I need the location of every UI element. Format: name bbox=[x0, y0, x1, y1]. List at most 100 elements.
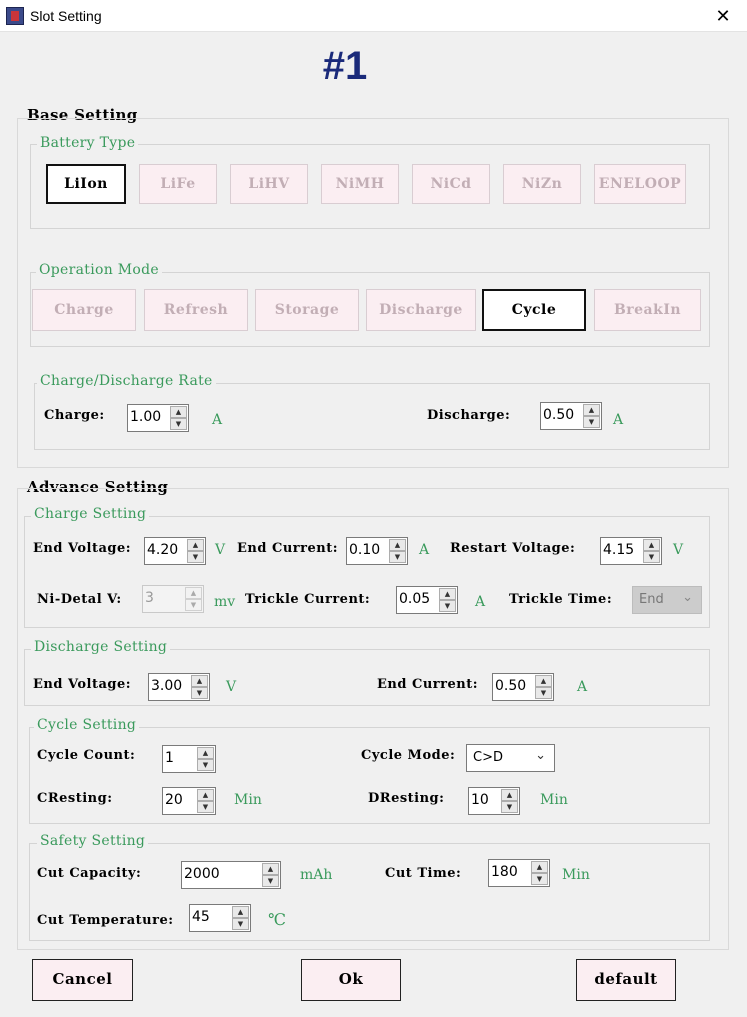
spinner-up-icon[interactable]: ▲ bbox=[191, 675, 208, 687]
discharge-rate-value: 0.50 bbox=[543, 407, 575, 423]
cut-capacity-label: Cut Capacity: bbox=[37, 866, 142, 881]
spinner-down-icon[interactable]: ▼ bbox=[531, 873, 548, 885]
trickle-current-label: Trickle Current: bbox=[245, 592, 371, 607]
spinner-down-icon[interactable]: ▼ bbox=[583, 416, 600, 428]
spinner-down-icon[interactable]: ▼ bbox=[439, 600, 456, 612]
restart-voltage-unit: V bbox=[673, 542, 684, 558]
close-icon[interactable]: ✕ bbox=[704, 0, 742, 32]
discharge-end-current-value: 0.50 bbox=[495, 678, 527, 694]
discharge-rate-spinner[interactable]: 0.50 ▲ ▼ bbox=[540, 402, 602, 430]
spinner-up-icon[interactable]: ▲ bbox=[439, 588, 456, 600]
spinner-up-icon[interactable]: ▲ bbox=[389, 539, 406, 551]
cut-temperature-spinner[interactable]: 45 ▲ ▼ bbox=[189, 904, 251, 932]
spinner-down-icon[interactable]: ▼ bbox=[643, 551, 660, 563]
spinner-up-icon[interactable]: ▲ bbox=[187, 539, 204, 551]
spinner-up-icon[interactable]: ▲ bbox=[185, 587, 202, 599]
slot-number-title: #1 bbox=[322, 44, 368, 88]
ni-detal-value: 3 bbox=[145, 590, 154, 606]
discharge-end-current-unit: A bbox=[577, 679, 588, 695]
spinner-down-icon[interactable]: ▼ bbox=[170, 418, 187, 430]
mode-charge-button[interactable]: Charge bbox=[32, 289, 136, 331]
charge-end-current-spinner[interactable]: 0.10 ▲ ▼ bbox=[346, 537, 408, 565]
dresting-unit: Min bbox=[540, 792, 568, 808]
mode-discharge-button[interactable]: Discharge bbox=[366, 289, 476, 331]
spinner-up-icon[interactable]: ▲ bbox=[262, 863, 279, 875]
charge-rate-value: 1.00 bbox=[130, 409, 162, 425]
spinner-down-icon[interactable]: ▼ bbox=[262, 875, 279, 887]
charge-end-voltage-spinner[interactable]: 4.20 ▲ ▼ bbox=[144, 537, 206, 565]
trickle-current-value: 0.05 bbox=[399, 591, 431, 607]
chevron-down-icon: ⌄ bbox=[535, 748, 546, 763]
mode-breakin-button[interactable]: BreakIn bbox=[594, 289, 701, 331]
discharge-end-current-spinner[interactable]: 0.50 ▲ ▼ bbox=[492, 673, 554, 701]
spinner-up-icon[interactable]: ▲ bbox=[197, 747, 214, 759]
dresting-value: 10 bbox=[471, 792, 489, 808]
mode-cycle-button[interactable]: Cycle bbox=[482, 289, 586, 331]
charge-rate-spinner[interactable]: 1.00 ▲ ▼ bbox=[127, 404, 189, 432]
cut-time-spinner[interactable]: 180 ▲ ▼ bbox=[488, 859, 550, 887]
battery-type-legend: Battery Type bbox=[37, 135, 139, 151]
charge-setting-group bbox=[24, 516, 710, 628]
charge-end-voltage-unit: V bbox=[215, 542, 226, 558]
spinner-down-icon[interactable]: ▼ bbox=[389, 551, 406, 563]
cut-capacity-value: 2000 bbox=[184, 866, 220, 882]
spinner-up-icon[interactable]: ▲ bbox=[583, 404, 600, 416]
discharge-end-voltage-label: End Voltage: bbox=[33, 677, 132, 692]
battery-type-eneloop-button[interactable]: ENELOOP bbox=[594, 164, 686, 204]
spinner-up-icon[interactable]: ▲ bbox=[531, 861, 548, 873]
cycle-mode-select[interactable]: C>D ⌄ bbox=[466, 744, 555, 772]
restart-voltage-label: Restart Voltage: bbox=[450, 541, 576, 556]
trickle-time-value: End bbox=[639, 592, 664, 607]
dresting-label: DResting: bbox=[368, 791, 445, 806]
spinner-up-icon[interactable]: ▲ bbox=[170, 406, 187, 418]
spinner-up-icon[interactable]: ▲ bbox=[643, 539, 660, 551]
discharge-rate-unit: A bbox=[613, 412, 624, 428]
trickle-current-spinner[interactable]: 0.05 ▲ ▼ bbox=[396, 586, 458, 614]
discharge-end-voltage-spinner[interactable]: 3.00 ▲ ▼ bbox=[148, 673, 210, 701]
spinner-down-icon[interactable]: ▼ bbox=[187, 551, 204, 563]
cancel-button[interactable]: Cancel bbox=[32, 959, 133, 1001]
spinner-down-icon[interactable]: ▼ bbox=[232, 918, 249, 930]
cycle-setting-legend: Cycle Setting bbox=[34, 717, 140, 733]
cut-time-label: Cut Time: bbox=[385, 866, 462, 881]
cut-capacity-spinner[interactable]: 2000 ▲ ▼ bbox=[181, 861, 281, 889]
cresting-spinner[interactable]: 20 ▲ ▼ bbox=[162, 787, 216, 815]
spinner-down-icon[interactable]: ▼ bbox=[185, 599, 202, 611]
ok-button[interactable]: Ok bbox=[301, 959, 401, 1001]
spinner-up-icon[interactable]: ▲ bbox=[501, 789, 518, 801]
spinner-down-icon[interactable]: ▼ bbox=[535, 687, 552, 699]
charge-end-current-label: End Current: bbox=[237, 541, 338, 556]
spinner-down-icon[interactable]: ▼ bbox=[191, 687, 208, 699]
battery-type-life-button[interactable]: LiFe bbox=[139, 164, 217, 204]
battery-type-nimh-button[interactable]: NiMH bbox=[321, 164, 399, 204]
spinner-down-icon[interactable]: ▼ bbox=[501, 801, 518, 813]
cut-capacity-unit: mAh bbox=[300, 867, 333, 883]
cycle-count-spinner[interactable]: 1 ▲ ▼ bbox=[162, 745, 216, 773]
chevron-down-icon: ⌄ bbox=[682, 590, 693, 605]
rate-legend: Charge/Discharge Rate bbox=[37, 373, 216, 389]
spinner-up-icon[interactable]: ▲ bbox=[232, 906, 249, 918]
battery-type-nicd-button[interactable]: NiCd bbox=[412, 164, 490, 204]
default-button[interactable]: default bbox=[576, 959, 676, 1001]
mode-storage-button[interactable]: Storage bbox=[255, 289, 359, 331]
mode-refresh-button[interactable]: Refresh bbox=[144, 289, 248, 331]
restart-voltage-spinner[interactable]: 4.15 ▲ ▼ bbox=[600, 537, 662, 565]
cresting-unit: Min bbox=[234, 792, 262, 808]
cycle-setting-group bbox=[29, 727, 710, 824]
discharge-end-voltage-value: 3.00 bbox=[151, 678, 183, 694]
cycle-mode-value: C>D bbox=[473, 750, 503, 765]
cresting-value: 20 bbox=[165, 792, 183, 808]
charge-end-voltage-value: 4.20 bbox=[147, 542, 179, 558]
battery-type-nizn-button[interactable]: NiZn bbox=[503, 164, 581, 204]
app-icon bbox=[6, 7, 24, 25]
ni-detal-spinner[interactable]: 3 ▲ ▼ bbox=[142, 585, 204, 613]
discharge-end-voltage-unit: V bbox=[226, 679, 237, 695]
spinner-up-icon[interactable]: ▲ bbox=[535, 675, 552, 687]
spinner-down-icon[interactable]: ▼ bbox=[197, 759, 214, 771]
battery-type-lihv-button[interactable]: LiHV bbox=[230, 164, 308, 204]
battery-type-liion-button[interactable]: LiIon bbox=[46, 164, 126, 204]
spinner-down-icon[interactable]: ▼ bbox=[197, 801, 214, 813]
spinner-up-icon[interactable]: ▲ bbox=[197, 789, 214, 801]
trickle-time-select[interactable]: End ⌄ bbox=[632, 586, 702, 614]
dresting-spinner[interactable]: 10 ▲ ▼ bbox=[468, 787, 520, 815]
